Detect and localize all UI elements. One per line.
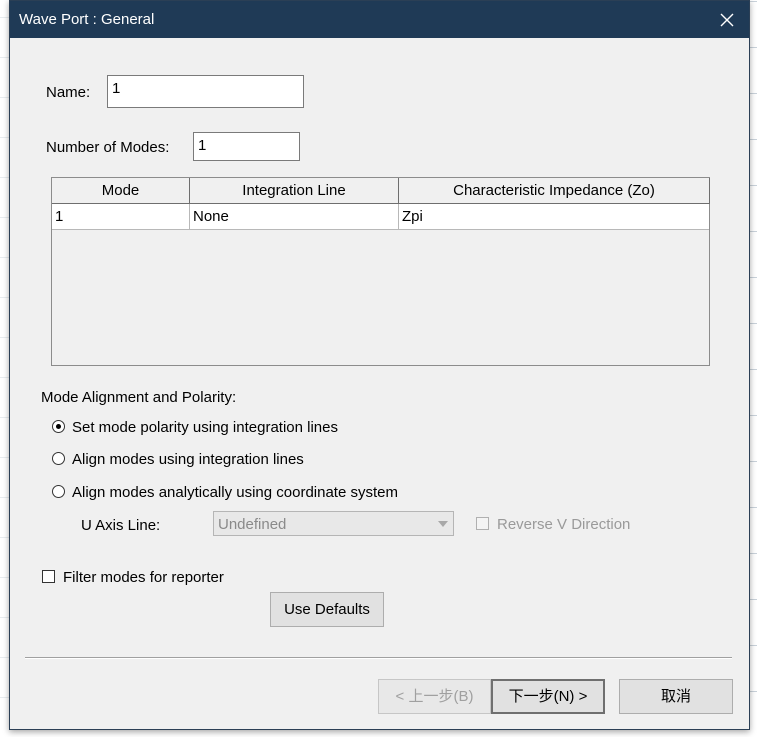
table-cell-integration-line[interactable]: None xyxy=(190,204,399,230)
filter-modes-checkbox[interactable] xyxy=(42,570,55,583)
number-of-modes-input[interactable]: 1 xyxy=(193,132,300,161)
align-integration-radio[interactable] xyxy=(52,452,65,465)
align-integration-option-label[interactable]: Align modes using integration lines xyxy=(72,451,304,468)
name-input[interactable]: 1 xyxy=(107,75,304,108)
close-icon xyxy=(720,13,734,26)
back-button[interactable]: < 上一步(B) xyxy=(378,679,491,714)
column-header-characteristic-impedance[interactable]: Characteristic Impedance (Zo) xyxy=(399,178,710,204)
close-button[interactable] xyxy=(705,1,749,38)
next-button[interactable]: 下一步(N) > xyxy=(491,679,605,714)
filter-modes-label[interactable]: Filter modes for reporter xyxy=(63,569,243,586)
name-label: Name: xyxy=(46,84,91,101)
column-header-mode[interactable]: Mode xyxy=(52,178,190,204)
u-axis-value: Undefined xyxy=(218,516,287,533)
cancel-button[interactable]: 取消 xyxy=(619,679,733,714)
u-axis-dropdown[interactable]: Undefined xyxy=(213,511,454,536)
align-analytic-radio[interactable] xyxy=(52,485,65,498)
table-cell-impedance[interactable]: Zpi xyxy=(399,204,709,230)
wave-port-dialog: Wave Port : General Name: 1 Number of Mo… xyxy=(9,0,750,730)
separator xyxy=(25,657,732,659)
mode-alignment-label: Mode Alignment and Polarity: xyxy=(41,389,237,406)
reverse-v-checkbox[interactable] xyxy=(476,517,489,530)
column-header-integration-line[interactable]: Integration Line xyxy=(190,178,399,204)
u-axis-label: U Axis Line: xyxy=(81,517,161,534)
table-cell-mode[interactable]: 1 xyxy=(52,204,190,230)
polarity-option-label[interactable]: Set mode polarity using integration line… xyxy=(72,419,338,436)
reverse-v-label: Reverse V Direction xyxy=(497,516,631,533)
window-title: Wave Port : General xyxy=(19,11,155,28)
title-bar: Wave Port : General xyxy=(10,1,749,38)
use-defaults-button[interactable]: Use Defaults xyxy=(270,592,384,627)
polarity-radio[interactable] xyxy=(52,420,65,433)
number-of-modes-label: Number of Modes: xyxy=(46,139,170,156)
align-analytic-option-label[interactable]: Align modes analytically using coordinat… xyxy=(72,484,398,501)
modes-table: Mode Integration Line Characteristic Imp… xyxy=(51,177,710,366)
chevron-down-icon xyxy=(433,512,453,535)
background-edge xyxy=(750,0,757,737)
